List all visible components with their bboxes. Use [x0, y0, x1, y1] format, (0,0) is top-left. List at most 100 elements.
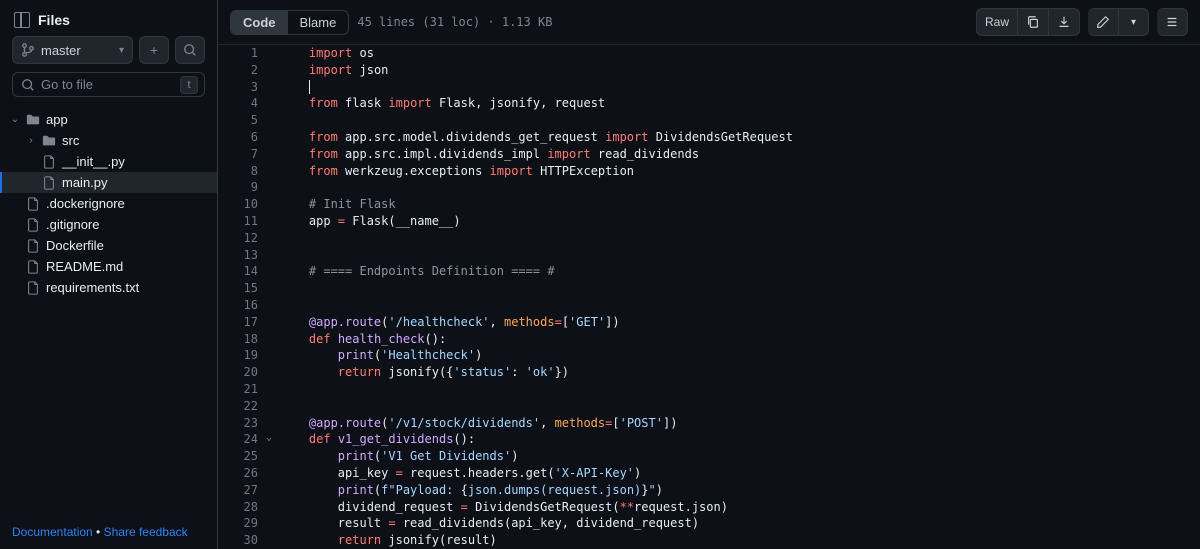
tree-file[interactable]: .gitignore: [0, 214, 217, 235]
tree-file[interactable]: README.md: [0, 256, 217, 277]
line-number[interactable]: 15: [218, 280, 274, 297]
line-number[interactable]: 7: [218, 146, 274, 163]
code-text: @app.route('/healthcheck', methods=['GET…: [274, 314, 1200, 331]
tree-file[interactable]: Dockerfile: [0, 235, 217, 256]
line-number[interactable]: 6: [218, 129, 274, 146]
line-number[interactable]: 3: [218, 79, 274, 96]
line-number[interactable]: 22: [218, 398, 274, 415]
tree-file[interactable]: __init__.py: [0, 151, 217, 172]
tree-file[interactable]: requirements.txt: [0, 277, 217, 298]
line-number[interactable]: 30: [218, 532, 274, 549]
download-button[interactable]: [1049, 8, 1080, 36]
more-options-button[interactable]: [1157, 8, 1188, 36]
view-tab-group: Code Blame: [230, 10, 349, 35]
code-line[interactable]: 13: [218, 247, 1200, 264]
add-file-button[interactable]: +: [139, 36, 169, 64]
line-number[interactable]: 24⌄: [218, 431, 274, 448]
code-line[interactable]: 8 from werkzeug.exceptions import HTTPEx…: [218, 163, 1200, 180]
code-line[interactable]: 28 dividend_request = DividendsGetReques…: [218, 499, 1200, 516]
code-line[interactable]: 26 api_key = request.headers.get('X-API-…: [218, 465, 1200, 482]
line-number[interactable]: 2: [218, 62, 274, 79]
line-number[interactable]: 26: [218, 465, 274, 482]
code-viewer[interactable]: 1 import os2 import json3 4 from flask i…: [218, 45, 1200, 549]
line-number[interactable]: 11: [218, 213, 274, 230]
line-number[interactable]: 27: [218, 482, 274, 499]
edit-button[interactable]: [1088, 8, 1119, 36]
copy-icon: [1026, 15, 1040, 29]
line-number[interactable]: 9: [218, 179, 274, 196]
edit-dropdown[interactable]: ▾: [1119, 8, 1149, 36]
file-toolbar: Code Blame 45 lines (31 loc) · 1.13 KB R…: [218, 0, 1200, 45]
share-feedback-link[interactable]: Share feedback: [104, 525, 188, 539]
go-to-file-input[interactable]: Go to file t: [12, 72, 205, 97]
line-number[interactable]: 8: [218, 163, 274, 180]
code-line[interactable]: 23 @app.route('/v1/stock/dividends', met…: [218, 415, 1200, 432]
code-text: [274, 112, 1200, 129]
line-number[interactable]: 13: [218, 247, 274, 264]
code-line[interactable]: 3: [218, 79, 1200, 96]
tree-folder[interactable]: ›src: [0, 130, 217, 151]
line-number[interactable]: 21: [218, 381, 274, 398]
code-line[interactable]: 19 print('Healthcheck'): [218, 347, 1200, 364]
line-number[interactable]: 14: [218, 263, 274, 280]
line-number[interactable]: 20: [218, 364, 274, 381]
line-number[interactable]: 25: [218, 448, 274, 465]
code-line[interactable]: 2 import json: [218, 62, 1200, 79]
code-text: return jsonify(result): [274, 532, 1200, 549]
code-line[interactable]: 27 print(f"Payload: {json.dumps(request.…: [218, 482, 1200, 499]
line-number[interactable]: 18: [218, 331, 274, 348]
raw-button[interactable]: Raw: [976, 8, 1018, 36]
tab-code[interactable]: Code: [231, 11, 288, 34]
panel-toggle-icon[interactable]: [14, 12, 30, 28]
search-button[interactable]: [175, 36, 205, 64]
code-line[interactable]: 9: [218, 179, 1200, 196]
search-icon: [21, 78, 35, 92]
file-icon: [26, 218, 40, 232]
code-line[interactable]: 21: [218, 381, 1200, 398]
code-line[interactable]: 5: [218, 112, 1200, 129]
code-text: [274, 247, 1200, 264]
code-line[interactable]: 16: [218, 297, 1200, 314]
code-line[interactable]: 12: [218, 230, 1200, 247]
tree-item-label: README.md: [46, 259, 123, 274]
code-line[interactable]: 1 import os: [218, 45, 1200, 62]
line-number[interactable]: 4: [218, 95, 274, 112]
line-number[interactable]: 5: [218, 112, 274, 129]
tab-blame[interactable]: Blame: [288, 11, 349, 34]
line-number[interactable]: 23: [218, 415, 274, 432]
code-line[interactable]: 17 @app.route('/healthcheck', methods=['…: [218, 314, 1200, 331]
line-number[interactable]: 12: [218, 230, 274, 247]
code-line[interactable]: 20 return jsonify({'status': 'ok'}): [218, 364, 1200, 381]
line-number[interactable]: 17: [218, 314, 274, 331]
line-number[interactable]: 1: [218, 45, 274, 62]
code-line[interactable]: 11 app = Flask(__name__): [218, 213, 1200, 230]
code-line[interactable]: 4 from flask import Flask, jsonify, requ…: [218, 95, 1200, 112]
code-line[interactable]: 14 # ==== Endpoints Definition ==== #: [218, 263, 1200, 280]
code-line[interactable]: 29 result = read_dividends(api_key, divi…: [218, 515, 1200, 532]
line-number[interactable]: 19: [218, 347, 274, 364]
code-line[interactable]: 24⌄ def v1_get_dividends():: [218, 431, 1200, 448]
tree-file[interactable]: main.py: [0, 172, 217, 193]
code-line[interactable]: 7 from app.src.impl.dividends_impl impor…: [218, 146, 1200, 163]
code-line[interactable]: 15: [218, 280, 1200, 297]
code-line[interactable]: 10 # Init Flask: [218, 196, 1200, 213]
line-number[interactable]: 16: [218, 297, 274, 314]
tree-item-label: src: [62, 133, 79, 148]
code-text: [274, 381, 1200, 398]
sidebar-title: Files: [38, 12, 70, 28]
tree-file[interactable]: .dockerignore: [0, 193, 217, 214]
tree-folder[interactable]: ⌄app: [0, 109, 217, 130]
branch-selector[interactable]: master ▾: [12, 36, 133, 64]
code-line[interactable]: 22: [218, 398, 1200, 415]
code-line[interactable]: 6 from app.src.model.dividends_get_reque…: [218, 129, 1200, 146]
line-number[interactable]: 29: [218, 515, 274, 532]
copy-button[interactable]: [1018, 8, 1049, 36]
line-number[interactable]: 28: [218, 499, 274, 516]
code-text: print('Healthcheck'): [274, 347, 1200, 364]
documentation-link[interactable]: Documentation: [12, 525, 93, 539]
code-line[interactable]: 25 print('V1 Get Dividends'): [218, 448, 1200, 465]
fold-indicator-icon[interactable]: ⌄: [266, 431, 272, 445]
code-line[interactable]: 30 return jsonify(result): [218, 532, 1200, 549]
line-number[interactable]: 10: [218, 196, 274, 213]
code-line[interactable]: 18 def health_check():: [218, 331, 1200, 348]
